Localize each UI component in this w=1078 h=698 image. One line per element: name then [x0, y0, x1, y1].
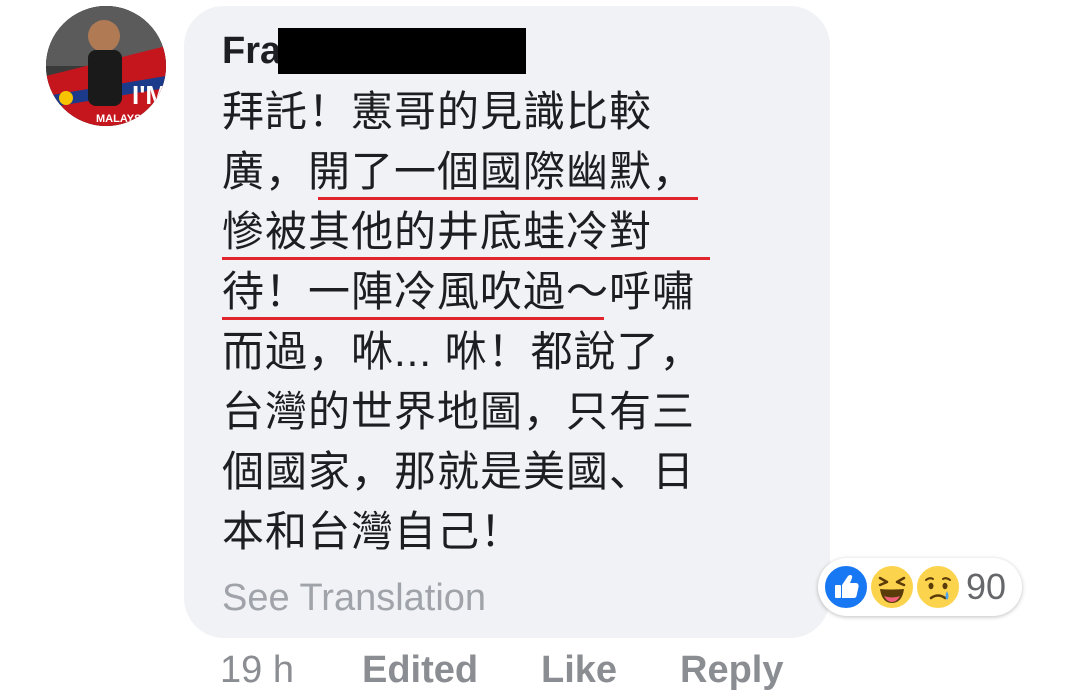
- like-button[interactable]: Like: [541, 646, 617, 694]
- red-underline: [318, 197, 698, 200]
- reactions-summary[interactable]: 90: [818, 558, 1022, 616]
- comment-actions: 19 h Edited Like Reply: [0, 646, 1078, 696]
- comment-text-segment: 個國家，那就是美國、日: [222, 448, 696, 495]
- comment-line: 台灣的世界地圖，只有三: [222, 384, 703, 444]
- comment-line: 而過，咻... 咻！都說了，: [222, 324, 703, 384]
- comment-text-segment: 台灣的世界地圖，只有三: [222, 388, 696, 435]
- avatar-text-im: I'M: [132, 80, 166, 110]
- comment-text-segment: 而過，咻... 咻！都說了，: [222, 328, 703, 375]
- reply-button[interactable]: Reply: [680, 646, 783, 694]
- timestamp[interactable]: 19 h: [220, 646, 294, 694]
- avatar[interactable]: I'M MALAYSIA: [46, 6, 166, 126]
- comment-text-segment: ～呼嘯: [566, 268, 696, 315]
- comment-text-segment: 開了一個國際幽默: [308, 148, 653, 195]
- comment-view: I'M MALAYSIA Fra 拜託！憲哥的見識比較 廣，開了一個國際幽默， …: [0, 0, 1078, 698]
- comment-text-segment: 慘被其他的井底蛙冷對: [222, 208, 653, 255]
- comment-author-name[interactable]: Fra: [222, 28, 281, 74]
- comment-line: 拜託！憲哥的見識比較: [222, 84, 703, 144]
- comment-text-segment: ，: [652, 148, 696, 195]
- comment-text-segment: 待！一陣冷風吹過: [222, 268, 567, 315]
- haha-icon: [868, 563, 916, 611]
- comment-line: 待！一陣冷風吹過～呼嘯: [222, 264, 703, 324]
- red-underline: [222, 317, 604, 320]
- reaction-count: 90: [966, 566, 1007, 607]
- avatar-image: I'M MALAYSIA: [46, 6, 166, 126]
- sad-icon: [914, 563, 962, 611]
- like-icon: [822, 563, 870, 611]
- avatar-text-country: MALAYSIA: [96, 113, 152, 125]
- comment-text-segment: 拜託！憲哥的見識比較: [222, 88, 653, 135]
- comment-line: 本和台灣自己！: [222, 504, 703, 564]
- comment-line: 慘被其他的井底蛙冷對: [222, 204, 710, 264]
- red-underline: [222, 257, 710, 260]
- comment-line: 個國家，那就是美國、日: [222, 444, 703, 504]
- comment-text-segment: 廣，: [222, 148, 309, 195]
- redaction-bar: [278, 28, 526, 74]
- edited-label[interactable]: Edited: [362, 646, 478, 694]
- comment-line: 廣，開了一個國際幽默，: [222, 144, 703, 204]
- comment-body: 拜託！憲哥的見識比較 廣，開了一個國際幽默， 慘被其他的井底蛙冷對 待！一陣冷風…: [222, 84, 710, 564]
- comment-text-segment: 本和台灣自己！: [222, 508, 524, 555]
- see-translation-link[interactable]: See Translation: [222, 575, 486, 621]
